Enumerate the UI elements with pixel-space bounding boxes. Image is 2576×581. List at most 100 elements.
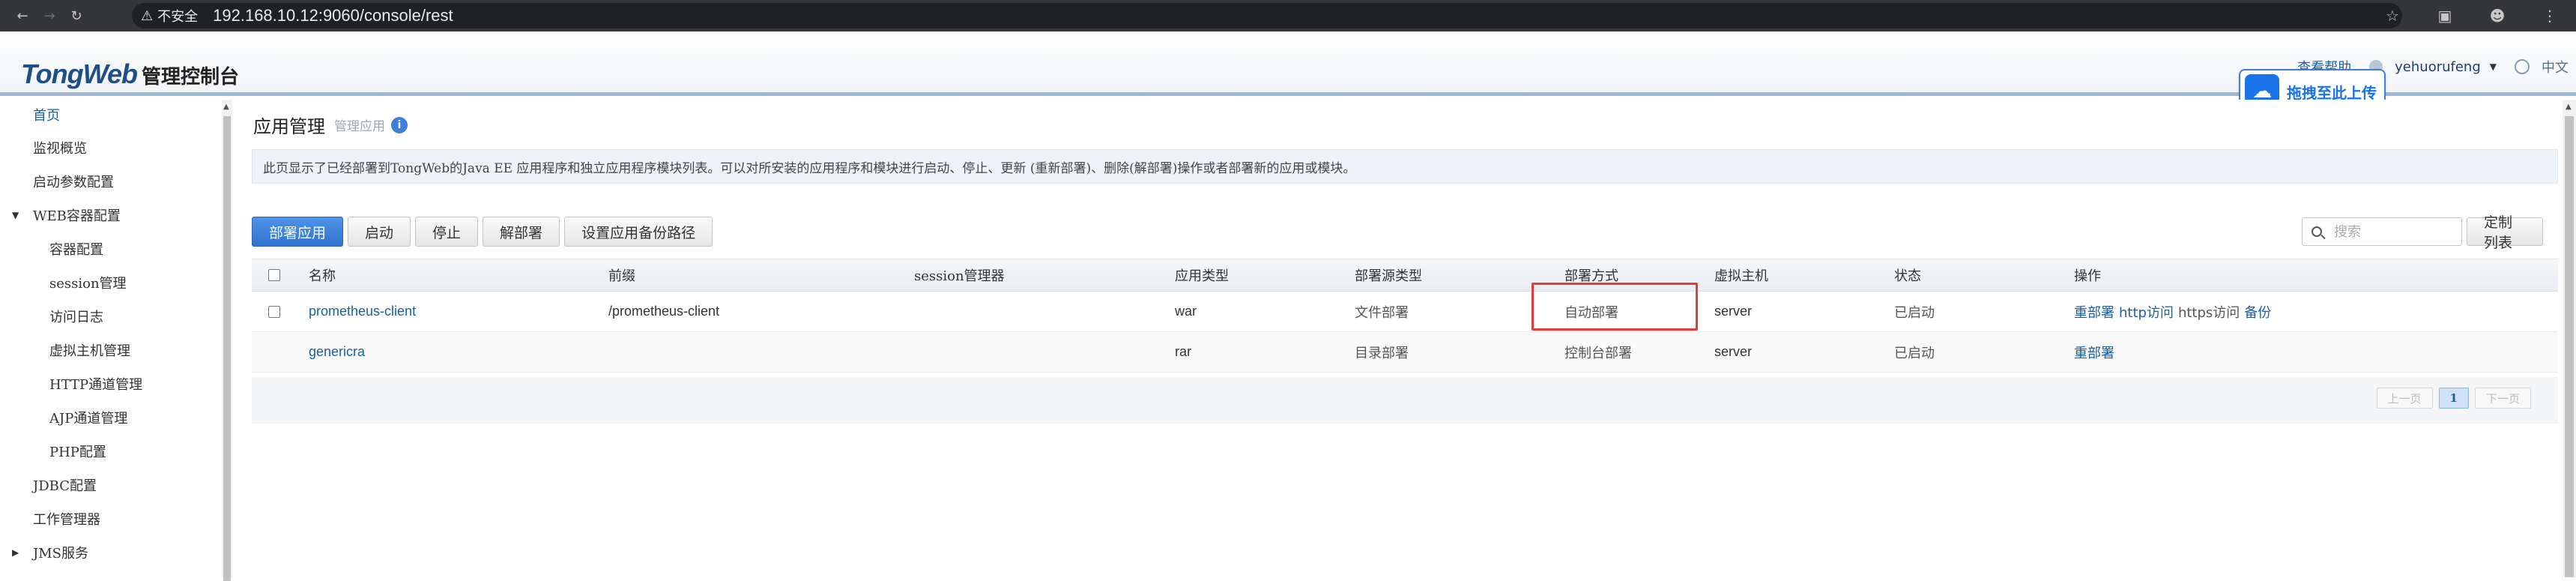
status: 已启动 (1894, 304, 1935, 321)
url-text[interactable]: 192.168.10.12:9060/console/rest (213, 6, 453, 25)
col-app-type[interactable]: 应用类型 (1175, 259, 1229, 291)
insecure-indicator[interactable]: ⚠ 不安全 (141, 6, 198, 25)
col-source-type[interactable]: 部署源类型 (1355, 259, 1422, 291)
custom-columns-button[interactable]: 定制列表 (2467, 214, 2543, 251)
insecure-label: 不安全 (157, 9, 199, 25)
backup-path-button[interactable]: 设置应用备份路径 (564, 217, 713, 247)
chevron-down-icon: ▼ (2489, 61, 2497, 72)
sidebar-item-jdbc[interactable]: JDBC配置 (0, 470, 97, 500)
sidebar-item-work-manager[interactable]: 工作管理器 (0, 504, 100, 534)
search-icon (2312, 226, 2322, 237)
sidebar-item-ajp-channel[interactable]: AJP通道管理 (0, 403, 127, 433)
col-name[interactable]: 名称 (309, 259, 336, 291)
sidebar-item-home[interactable]: 首页 (0, 100, 60, 130)
page-number-button[interactable]: 1 (2438, 388, 2469, 409)
sidebar-item-container-config[interactable]: 容器配置 (0, 234, 103, 264)
language-switch[interactable]: 中文 (2506, 57, 2569, 76)
sidebar-item-label: AJP通道管理 (49, 411, 128, 427)
sidebar-item-label: JMS服务 (33, 546, 88, 562)
vhost: server (1714, 304, 1753, 319)
info-icon[interactable]: i (391, 116, 408, 133)
toolbar: 部署应用 启动 停止 解部署 设置应用备份路径 (252, 217, 717, 247)
app-header: TongWeb 管理控制台 查看帮助 yehuorufeng ▼ 中文 (0, 31, 2576, 96)
backup-link[interactable]: 备份 (2244, 302, 2271, 322)
sidebar-item-monitor[interactable]: 监视概览 (0, 133, 87, 163)
globe-icon (2515, 59, 2530, 74)
status: 已启动 (1894, 345, 1935, 361)
stop-button[interactable]: 停止 (415, 217, 479, 247)
scrollbar-thumb[interactable] (2565, 116, 2574, 577)
page-description: 此页显示了已经部署到TongWeb的Java EE 应用程序和独立应用程序模块列… (252, 149, 2558, 184)
sidebar-item-php[interactable]: PHP配置 (0, 436, 106, 466)
star-icon[interactable]: ☆ (2381, 4, 2404, 27)
back-icon[interactable]: ← (12, 5, 33, 26)
sidebar-item-label: session管理 (49, 276, 127, 292)
https-access-link[interactable]: https访问 (2178, 302, 2240, 322)
redeploy-link[interactable]: 重部署 (2074, 302, 2114, 322)
http-access-link[interactable]: http访问 (2119, 302, 2174, 322)
app-prefix: /prometheus-client (608, 304, 720, 319)
sidebar-item-vhost[interactable]: 虚拟主机管理 (0, 335, 130, 365)
select-all-checkbox[interactable] (268, 259, 280, 291)
sidebar: 首页 监视概览 启动参数配置 ▼ WEB容器配置 容器配置 session管理 访… (0, 100, 222, 577)
warning-icon: ⚠ (141, 7, 154, 24)
menu-icon[interactable]: ⋮ (2539, 4, 2561, 27)
row-ops: 重部署 http访问 https访问 备份 (2074, 292, 2276, 331)
sidebar-item-label: 启动参数配置 (33, 175, 114, 190)
sidebar-item-http-channel[interactable]: HTTP通道管理 (0, 369, 142, 399)
col-ops: 操作 (2074, 268, 2101, 284)
sidebar-item-jms[interactable]: ▶ JMS服务 (0, 538, 88, 568)
logo-text: TongWeb (21, 58, 138, 89)
next-page-button[interactable]: 下一页 (2474, 388, 2531, 409)
forward-icon[interactable]: → (39, 5, 60, 26)
page-title: 应用管理 (253, 116, 325, 137)
col-status[interactable]: 状态 (1894, 259, 1921, 291)
scroll-up-icon[interactable]: ▲ (223, 103, 229, 111)
prev-page-button[interactable]: 上一页 (2376, 388, 2433, 409)
undeploy-button[interactable]: 解部署 (483, 217, 560, 247)
source-type: 目录部署 (1355, 345, 1409, 361)
source-type: 文件部署 (1355, 304, 1409, 321)
app-name-link[interactable]: prometheus-client (309, 292, 416, 331)
row-checkbox[interactable] (268, 292, 280, 331)
deploy-mode: 控制台部署 (1564, 345, 1632, 361)
row-ops: 重部署 (2074, 332, 2119, 372)
scroll-up-icon[interactable]: ▲ (2566, 103, 2572, 111)
main-scrollbar[interactable]: ▲ (2563, 100, 2576, 577)
col-vhost[interactable]: 虚拟主机 (1714, 259, 1768, 291)
address-bar[interactable]: ⚠ 不安全 192.168.10.12:9060/console/rest (132, 3, 2402, 28)
search-box (2302, 217, 2462, 246)
apps-table: 名称 前缀 session管理器 应用类型 部署源类型 部署方式 虚拟主机 状态… (252, 259, 2558, 373)
table-row: genericra rar 目录部署 控制台部署 server 已启动 重部署 (252, 332, 2558, 373)
page-title-row: 应用管理 管理应用 i (253, 112, 408, 138)
sidebar-item-startup-params[interactable]: 启动参数配置 (0, 166, 114, 196)
deploy-button[interactable]: 部署应用 (252, 217, 344, 247)
sidebar-item-label: 虚拟主机管理 (49, 343, 130, 359)
table-header: 名称 前缀 session管理器 应用类型 部署源类型 部署方式 虚拟主机 状态… (252, 259, 2558, 292)
col-prefix[interactable]: 前缀 (608, 259, 635, 291)
search-input[interactable] (2334, 223, 2461, 240)
app-name-link[interactable]: genericra (309, 332, 365, 372)
sidebar-item-label: 容器配置 (49, 242, 103, 258)
sidebar-item-access-log[interactable]: 访问日志 (0, 301, 103, 331)
main-content: 应用管理 管理应用 i 此页显示了已经部署到TongWeb的Java EE 应用… (237, 100, 2560, 577)
profile-icon[interactable]: ☻ (2486, 4, 2509, 27)
sidebar-item-label: 首页 (33, 108, 60, 124)
table-row: prometheus-client /prometheus-client war… (252, 292, 2558, 332)
sidebar-scrollbar[interactable]: ▲ (222, 100, 232, 581)
redeploy-link[interactable]: 重部署 (2074, 343, 2114, 362)
sidebar-item-label: WEB容器配置 (33, 208, 121, 224)
sidebar-item-web-container[interactable]: ▼ WEB容器配置 (0, 200, 121, 230)
app-type: rar (1175, 344, 1191, 359)
col-session[interactable]: session管理器 (914, 259, 1005, 291)
highlight-box (1532, 283, 1698, 331)
extensions-icon[interactable]: ▣ (2434, 4, 2456, 27)
sidebar-item-label: PHP配置 (49, 445, 106, 460)
reload-icon[interactable]: ↻ (66, 5, 87, 26)
browser-toolbar: ← → ↻ ⚠ 不安全 192.168.10.12:9060/console/r… (0, 0, 2576, 31)
sidebar-item-session[interactable]: session管理 (0, 268, 127, 298)
scrollbar-thumb[interactable] (223, 116, 231, 581)
sidebar-item-label: HTTP通道管理 (49, 377, 143, 393)
start-button[interactable]: 启动 (348, 217, 411, 247)
sidebar-item-label: 监视概览 (33, 141, 87, 157)
